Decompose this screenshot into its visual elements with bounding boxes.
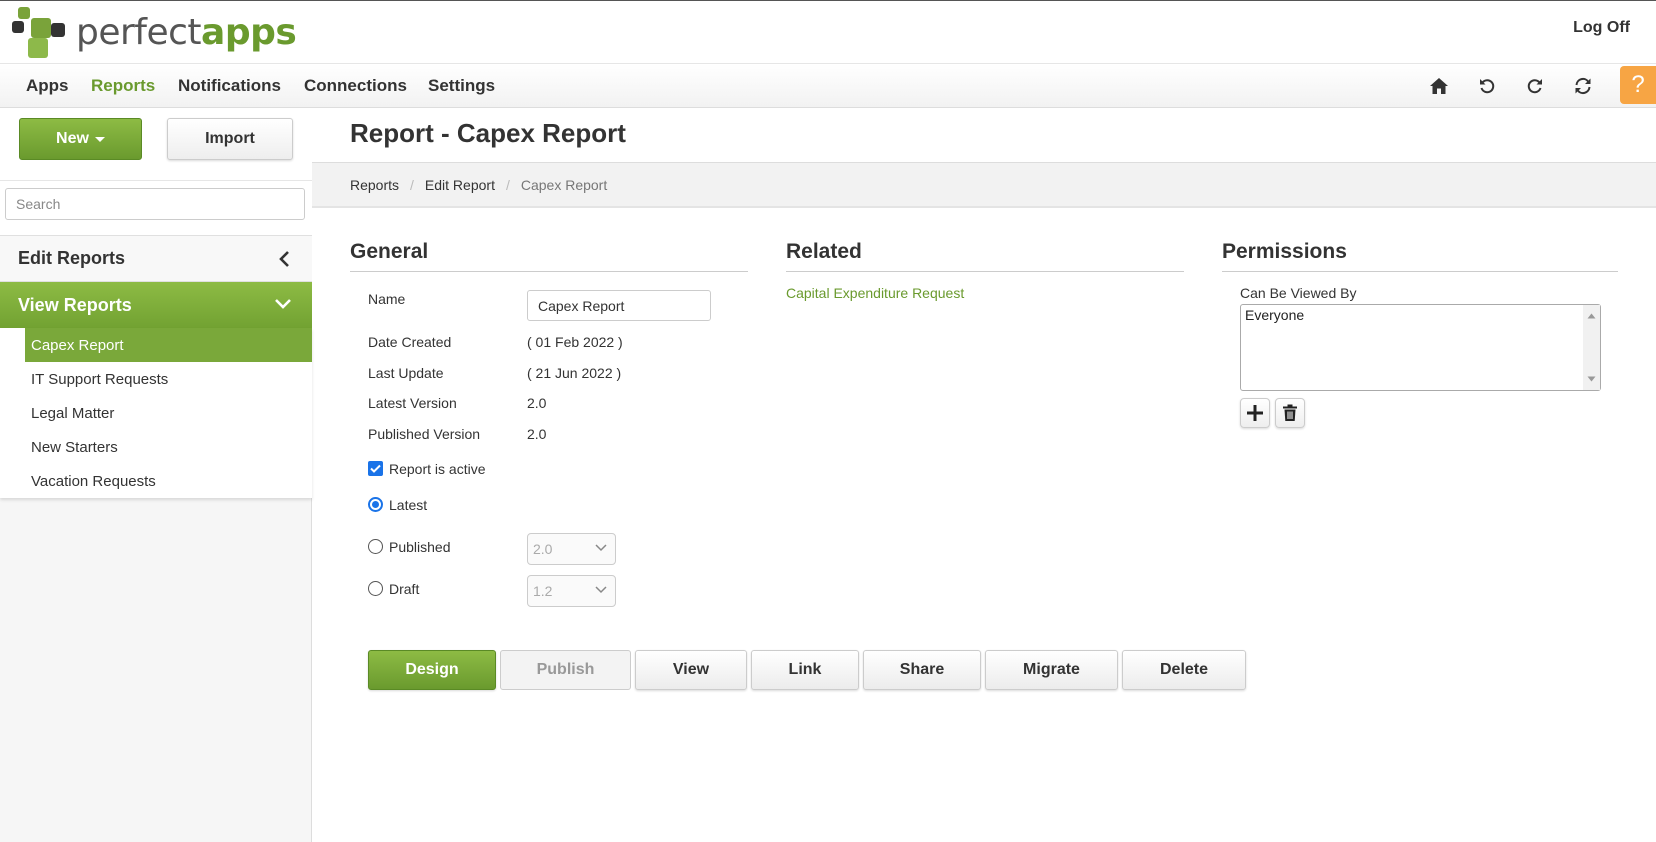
breadcrumb-separator: / [505,176,510,193]
name-input[interactable] [527,290,711,321]
chevron-left-icon [279,251,289,267]
permission-item[interactable]: Everyone [1245,307,1304,323]
report-active-label: Report is active [389,461,486,477]
chevron-down-icon [275,299,291,309]
published-version-label: Published Version [368,426,481,442]
related-link[interactable]: Capital Expenditure Request [786,285,964,301]
radio-latest[interactable] [368,497,383,512]
breadcrumb-edit-report[interactable]: Edit Report [425,177,495,193]
published-version-select[interactable]: 2.0 [527,533,616,565]
logo: perfectapps [12,7,297,58]
link-button[interactable]: Link [751,650,859,690]
report-item-new-starters[interactable]: New Starters [0,430,312,464]
refresh-icon[interactable] [1568,72,1598,100]
last-update-label: Last Update [368,365,444,381]
migrate-button[interactable]: Migrate [985,650,1118,690]
scroll-down-icon[interactable] [1587,376,1596,382]
related-heading: Related [786,240,1184,272]
help-button[interactable]: ? [1620,66,1656,104]
date-created-value: ( 01 Feb 2022 ) [527,334,623,350]
last-update-value: ( 21 Jun 2022 ) [527,365,622,381]
nav-toolbar [1424,72,1598,100]
new-button-label: New [56,130,89,147]
sidebar-actions: New Import [0,108,312,180]
add-permission-button[interactable] [1240,398,1270,428]
draft-select-value: 1.2 [533,583,553,599]
logo-mark [12,7,66,58]
delete-permission-button[interactable] [1275,398,1305,428]
delete-button[interactable]: Delete [1122,650,1246,690]
nav-settings[interactable]: Settings [428,76,495,96]
nav-notifications[interactable]: Notifications [178,76,281,96]
sidebar: New Import Edit Reports View Reports Cap… [0,108,312,842]
permissions-listbox[interactable]: Everyone [1240,304,1601,391]
radio-draft[interactable] [368,581,383,596]
report-list: Capex Report IT Support Requests Legal M… [0,328,312,498]
edit-reports-label: Edit Reports [18,248,126,268]
view-reports-label: View Reports [18,294,132,315]
can-be-viewed-by-label: Can Be Viewed By [1240,285,1357,301]
undo-icon[interactable] [1472,72,1502,100]
permissions-heading: Permissions [1222,240,1618,272]
design-button[interactable]: Design [368,650,496,690]
publish-button[interactable]: Publish [500,650,631,690]
checkmark-icon [370,464,381,473]
scroll-up-icon[interactable] [1587,313,1596,319]
breadcrumb: Reports / Edit Report / Capex Report [312,162,1656,208]
latest-version-value: 2.0 [527,395,547,411]
chevron-down-icon [595,586,607,594]
view-reports-header[interactable]: View Reports [0,282,312,328]
main-nav: Apps Reports Notifications Connections S… [0,64,1656,108]
report-item-legal-matter[interactable]: Legal Matter [0,396,312,430]
latest-version-label: Latest Version [368,395,457,411]
scrollbar[interactable] [1583,305,1600,390]
plus-icon [1247,405,1263,421]
date-created-label: Date Created [368,334,452,350]
nav-reports[interactable]: Reports [91,76,155,96]
home-icon[interactable] [1424,72,1454,100]
top-header: perfectapps Log Off [0,0,1656,64]
sidebar-search [0,180,312,236]
report-active-checkbox[interactable] [368,461,383,476]
report-item-vacation[interactable]: Vacation Requests [0,464,312,498]
published-select-value: 2.0 [533,541,553,557]
logo-text: perfectapps [76,11,297,53]
import-button[interactable]: Import [167,118,293,160]
draft-version-select[interactable]: 1.2 [527,575,616,607]
chevron-down-icon [595,544,607,552]
caret-down-icon [94,136,105,142]
report-item-capex[interactable]: Capex Report [25,328,312,362]
nav-connections[interactable]: Connections [304,76,407,96]
page-title: Report - Capex Report [350,118,626,148]
redo-icon[interactable] [1520,72,1550,100]
radio-published-label: Published [389,539,451,555]
general-heading: General [350,240,748,272]
logoff-link[interactable]: Log Off [1573,19,1630,37]
report-item-it-support[interactable]: IT Support Requests [0,362,312,396]
view-button[interactable]: View [635,650,747,690]
radio-latest-label: Latest [389,497,428,513]
breadcrumb-separator: / [410,176,414,193]
name-label: Name [368,291,406,307]
breadcrumb-current: Capex Report [520,176,608,193]
share-button[interactable]: Share [863,650,981,690]
edit-reports-header[interactable]: Edit Reports [0,236,312,282]
trash-icon [1283,404,1297,421]
breadcrumb-reports[interactable]: Reports [350,177,399,193]
published-version-value: 2.0 [527,426,547,442]
radio-published[interactable] [368,539,383,554]
radio-draft-label: Draft [389,581,420,597]
new-button[interactable]: New [19,118,142,160]
nav-apps[interactable]: Apps [26,76,69,96]
search-input[interactable] [5,188,305,220]
